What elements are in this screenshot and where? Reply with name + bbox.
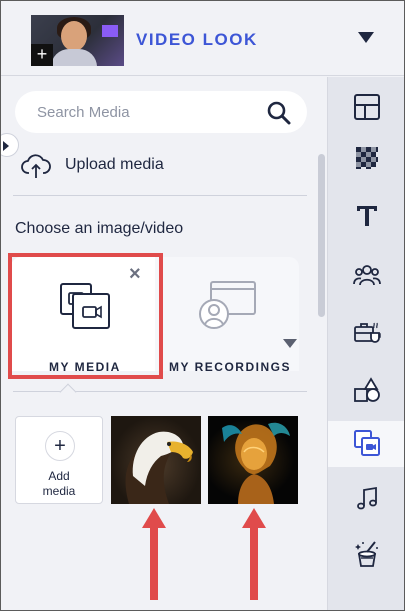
page-title: VIDEO LOOK bbox=[136, 30, 258, 49]
cloud-upload-icon bbox=[21, 154, 51, 178]
effects-icon bbox=[355, 541, 378, 567]
add-media-label-line1: Add bbox=[48, 469, 70, 483]
divider bbox=[13, 391, 307, 392]
add-media-label: Add media bbox=[16, 469, 102, 499]
media-icon bbox=[354, 430, 380, 456]
add-media-button[interactable]: + Add media bbox=[15, 416, 103, 504]
media-item-eagle[interactable] bbox=[111, 416, 201, 504]
toolbar-media[interactable] bbox=[328, 421, 404, 467]
scrollbar[interactable] bbox=[318, 154, 325, 317]
shapes-icon bbox=[354, 377, 380, 402]
toolbar-people[interactable] bbox=[328, 253, 404, 297]
person-shirt bbox=[51, 49, 97, 66]
media-item-fire-portrait[interactable] bbox=[208, 416, 298, 504]
collapse-panel-button[interactable] bbox=[1, 133, 19, 157]
fire-portrait-image bbox=[222, 422, 290, 504]
layout-icon bbox=[354, 94, 380, 120]
add-media-label-line2: media bbox=[42, 484, 76, 498]
music-icon bbox=[357, 486, 377, 510]
tab-my-recordings[interactable]: MY RECORDINGS bbox=[155, 257, 299, 374]
search-icon[interactable] bbox=[266, 100, 292, 126]
plus-icon: + bbox=[45, 431, 75, 461]
search-input[interactable] bbox=[37, 101, 257, 123]
section-heading: Choose an image/video bbox=[15, 220, 184, 237]
person-face bbox=[61, 21, 87, 51]
upload-media-button[interactable]: Upload media bbox=[19, 151, 279, 181]
toolbar-music[interactable] bbox=[328, 477, 404, 521]
highlight-box bbox=[8, 253, 163, 379]
background-icon bbox=[356, 147, 378, 169]
arrow-up-icon bbox=[242, 508, 266, 600]
briefcase-icon bbox=[354, 322, 381, 343]
divider bbox=[13, 195, 307, 196]
people-icon bbox=[353, 265, 381, 286]
tab-pointer bbox=[59, 383, 77, 401]
background-light bbox=[102, 25, 118, 37]
toolbar-layouts[interactable] bbox=[328, 85, 404, 129]
upload-media-label: Upload media bbox=[65, 156, 164, 173]
toolbar-props[interactable] bbox=[328, 309, 404, 353]
arrow-up-icon bbox=[142, 508, 166, 600]
recordings-icon bbox=[199, 281, 256, 329]
header: + VIDEO LOOK bbox=[1, 1, 404, 76]
toolbar-shapes[interactable] bbox=[328, 368, 404, 412]
media-panel: Upload media Choose an image/video × MY … bbox=[1, 77, 327, 610]
chevron-down-icon[interactable] bbox=[358, 32, 374, 43]
text-icon bbox=[357, 206, 377, 226]
chevron-down-icon[interactable] bbox=[283, 339, 297, 348]
media-grid: + Add media bbox=[15, 416, 305, 506]
tab-my-recordings-label: MY RECORDINGS bbox=[169, 360, 291, 374]
toolbar-effects[interactable] bbox=[328, 532, 404, 576]
toolbar-backgrounds[interactable] bbox=[328, 136, 404, 180]
toolbar-text[interactable] bbox=[328, 194, 404, 238]
search-box bbox=[15, 91, 307, 133]
eagle-image bbox=[125, 431, 193, 504]
right-toolbar bbox=[327, 77, 404, 610]
app-window: + VIDEO LOOK Upload media Choose an imag… bbox=[0, 0, 405, 611]
add-icon[interactable]: + bbox=[31, 44, 53, 66]
video-thumbnail[interactable]: + bbox=[31, 15, 124, 66]
